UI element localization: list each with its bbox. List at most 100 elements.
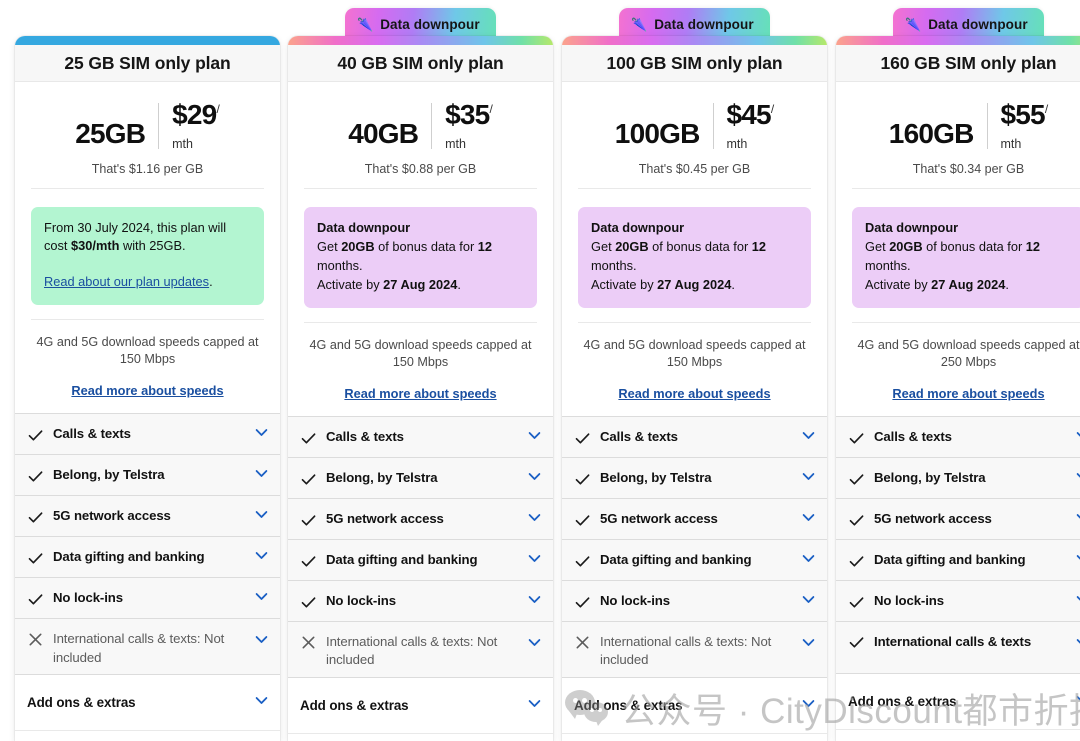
check-icon: [27, 550, 43, 566]
price-block: 25GB $29/ mth: [31, 82, 264, 151]
feature-row[interactable]: Calls & texts: [15, 414, 280, 456]
chevron-down-icon[interactable]: [253, 631, 270, 653]
plan-comparison-grid: 25 GB SIM only plan 25GB $29/mth That's $1.…: [0, 0, 1080, 741]
check-icon: [848, 594, 864, 610]
feature-row[interactable]: Calls & texts: [836, 417, 1080, 459]
feature-row[interactable]: Belong, by Telstra: [836, 458, 1080, 500]
chevron-down-icon[interactable]: [800, 591, 817, 613]
chevron-down-icon[interactable]: [253, 588, 270, 610]
feature-row[interactable]: Data gifting and banking: [836, 540, 1080, 582]
chevron-down-icon[interactable]: [526, 427, 543, 449]
feature-row[interactable]: 5G network access: [288, 499, 553, 541]
check-icon: [27, 591, 43, 607]
feature-row[interactable]: Calls & texts: [562, 417, 827, 459]
chevron-down-icon[interactable]: [1074, 468, 1080, 490]
promo-bonus-data: 20GB: [341, 239, 375, 255]
feature-label: Belong, by Telstra: [326, 470, 438, 486]
chevron-down-icon[interactable]: [800, 427, 817, 449]
speed-note-section: 4G and 5G download speeds capped at 250 …: [852, 321, 1080, 401]
feature-row[interactable]: Belong, by Telstra: [15, 455, 280, 497]
divider: [578, 187, 811, 189]
data-allowance: 100GB: [614, 117, 701, 149]
chevron-down-icon[interactable]: [800, 695, 817, 717]
check-icon: [574, 471, 590, 487]
read-more-speeds-link[interactable]: Read more about speeds: [304, 386, 537, 401]
price-block: 40GB $35/ mth: [304, 82, 537, 151]
promo-title: Data downpour: [865, 219, 959, 235]
chevron-down-icon[interactable]: [1074, 509, 1080, 531]
feature-label: 5G network access: [874, 511, 992, 527]
feature-row[interactable]: No lock-ins: [15, 578, 280, 620]
feature-label: No lock-ins: [326, 593, 396, 609]
price-divider: [431, 102, 433, 149]
chevron-down-icon[interactable]: [253, 465, 270, 487]
feature-row[interactable]: International calls & texts: [836, 622, 1080, 675]
speed-note-section: 4G and 5G download speeds capped at 150 …: [304, 321, 537, 401]
promo-months: 12: [751, 239, 767, 255]
chevron-down-icon[interactable]: [526, 550, 543, 572]
promo-activate-prefix: Activate by: [317, 276, 384, 292]
promo-activate-suffix: .: [731, 276, 735, 292]
cross-icon: [27, 631, 43, 647]
feature-row[interactable]: Belong, by Telstra: [288, 458, 553, 500]
chevron-down-icon[interactable]: [253, 506, 270, 528]
feature-row[interactable]: No lock-ins: [562, 581, 827, 623]
feature-row[interactable]: International calls & texts: Not include…: [288, 622, 553, 678]
chevron-down-icon[interactable]: [526, 695, 543, 717]
chevron-down-icon[interactable]: [1074, 591, 1080, 613]
chevron-down-icon[interactable]: [253, 424, 270, 446]
speed-note-section: 4G and 5G download speeds capped at 150 …: [31, 318, 264, 398]
umbrella-icon: 🌂: [357, 16, 374, 32]
speed-note: 4G and 5G download speeds capped at 250 …: [857, 337, 1080, 369]
addons-extras-row[interactable]: Add ons & extras: [288, 677, 553, 734]
feature-row[interactable]: International calls & texts: Not include…: [562, 622, 827, 678]
chevron-down-icon[interactable]: [526, 634, 543, 656]
feature-row[interactable]: Data gifting and banking: [288, 540, 553, 582]
chevron-down-icon[interactable]: [1074, 691, 1080, 713]
addons-extras-row[interactable]: Add ons & extras: [15, 674, 280, 731]
feature-row[interactable]: Belong, by Telstra: [562, 458, 827, 500]
notice-text-c: with 25GB.: [119, 238, 186, 254]
check-icon: [300, 594, 316, 610]
chevron-down-icon[interactable]: [800, 509, 817, 531]
feature-row[interactable]: No lock-ins: [836, 581, 1080, 623]
addons-label: Add ons & extras: [848, 694, 957, 710]
feature-row[interactable]: Data gifting and banking: [562, 540, 827, 582]
feature-row[interactable]: International calls & texts: Not include…: [15, 619, 280, 675]
speed-note: 4G and 5G download speeds capped at 150 …: [36, 334, 259, 367]
divider: [31, 187, 264, 189]
check-icon: [574, 430, 590, 446]
addons-label: Add ons & extras: [300, 697, 409, 713]
price-period: mth: [1000, 137, 1022, 151]
feature-row[interactable]: 5G network access: [15, 496, 280, 538]
feature-row[interactable]: 5G network access: [836, 499, 1080, 541]
check-icon: [574, 553, 590, 569]
check-icon: [574, 594, 590, 610]
promo-text-a: Get: [865, 239, 890, 255]
chevron-down-icon[interactable]: [526, 468, 543, 490]
addons-extras-row[interactable]: Add ons & extras: [562, 677, 827, 734]
read-more-speeds-link[interactable]: Read more about speeds: [852, 386, 1080, 401]
feature-row[interactable]: 5G network access: [562, 499, 827, 541]
chevron-down-icon[interactable]: [1074, 634, 1080, 656]
plan-updates-link[interactable]: Read about our plan updates: [44, 274, 209, 289]
chevron-down-icon[interactable]: [800, 634, 817, 656]
addons-label: Add ons & extras: [574, 697, 683, 713]
chevron-down-icon[interactable]: [253, 547, 270, 569]
feature-row[interactable]: Calls & texts: [288, 417, 553, 459]
chevron-down-icon[interactable]: [800, 550, 817, 572]
feature-row[interactable]: Data gifting and banking: [15, 537, 280, 579]
price-period: mth: [172, 137, 193, 151]
feature-list: Calls & texts Belong, by Telstra 5G networ…: [836, 416, 1080, 675]
read-more-speeds-link[interactable]: Read more about speeds: [578, 386, 811, 401]
addons-extras-row[interactable]: Add ons & extras: [836, 674, 1080, 731]
chevron-down-icon[interactable]: [253, 692, 270, 714]
chevron-down-icon[interactable]: [800, 468, 817, 490]
chevron-down-icon[interactable]: [526, 509, 543, 531]
feature-row[interactable]: No lock-ins: [288, 581, 553, 623]
chevron-down-icon[interactable]: [1074, 550, 1080, 572]
feature-label: International calls & texts: Not include…: [600, 634, 772, 668]
chevron-down-icon[interactable]: [526, 591, 543, 613]
read-more-speeds-link[interactable]: Read more about speeds: [31, 383, 264, 398]
chevron-down-icon[interactable]: [1074, 427, 1080, 449]
